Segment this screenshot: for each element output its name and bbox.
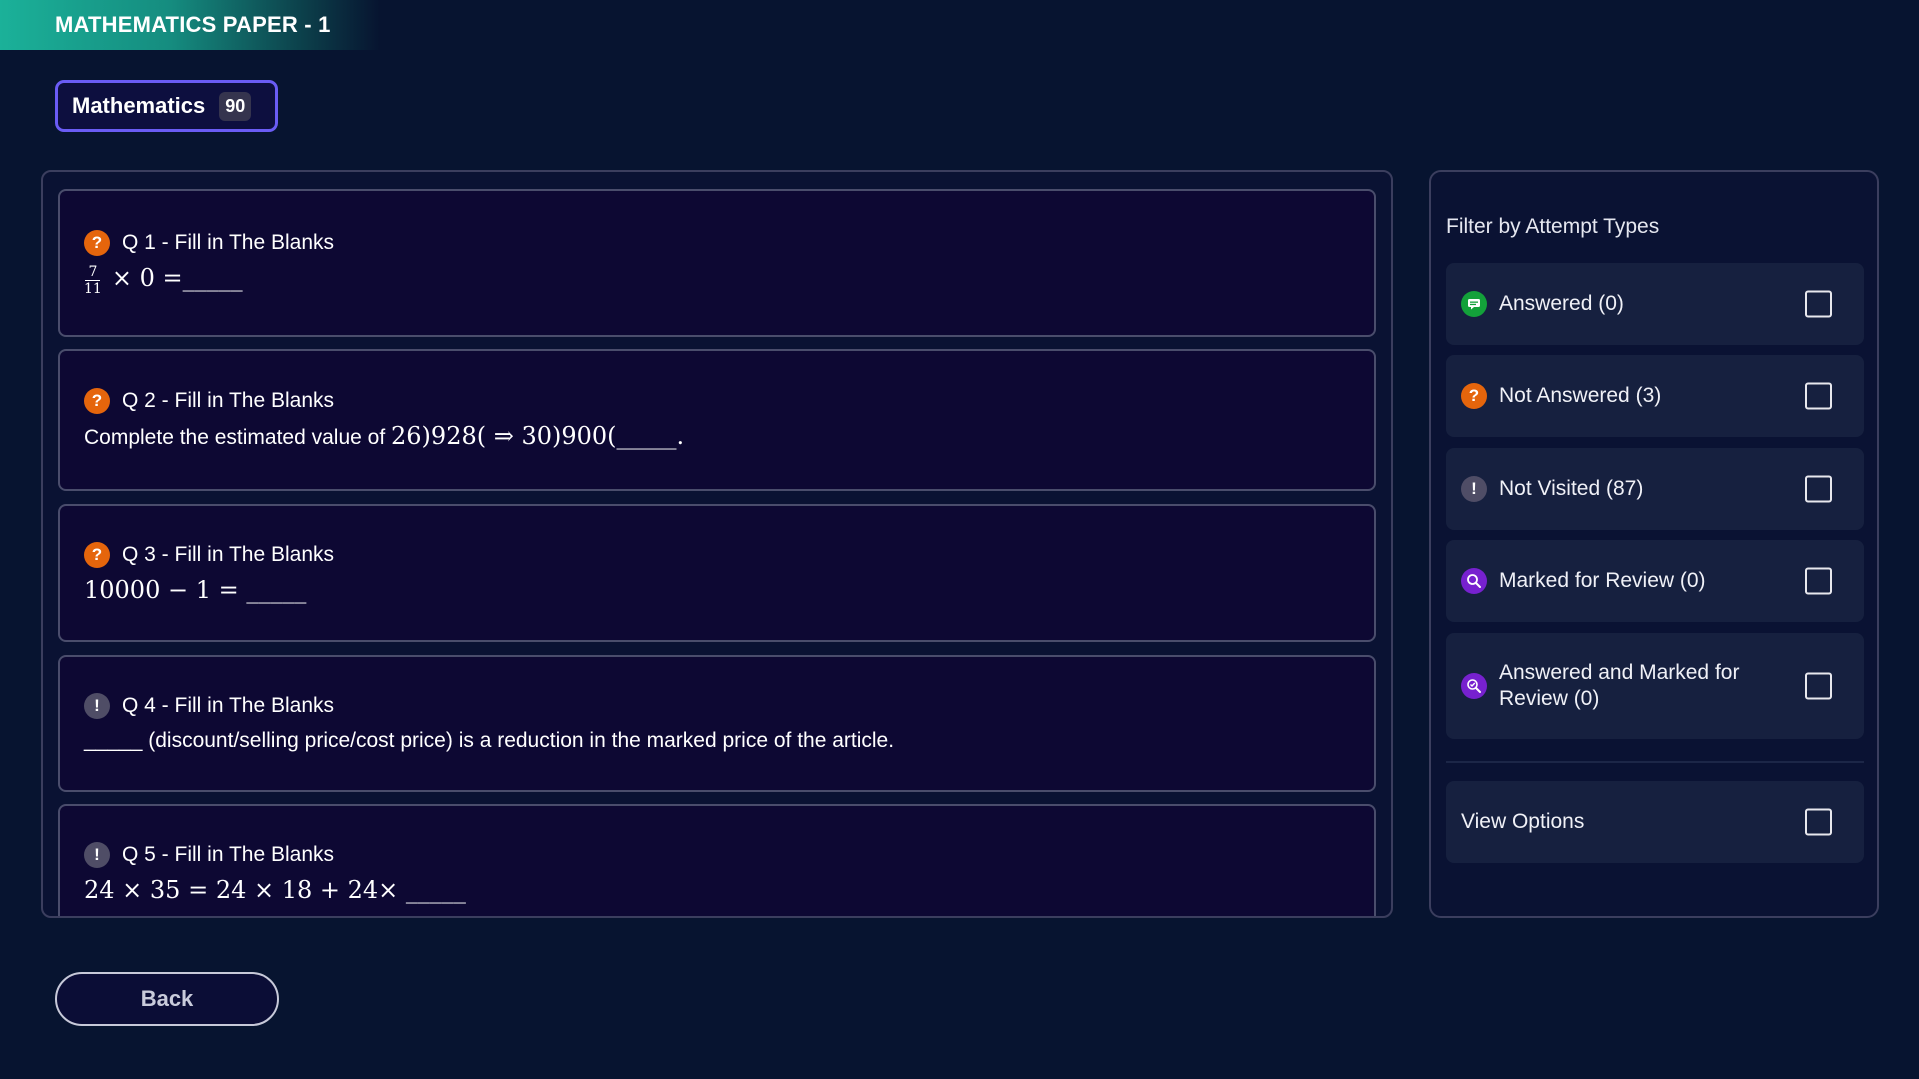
not-answered-status-icon: ? <box>84 230 110 256</box>
question-expression: 24 × 35 = 24 × 18 + 24× _____ <box>84 876 466 904</box>
view-options[interactable]: View Options <box>1446 781 1864 863</box>
filter-divider <box>1446 761 1864 763</box>
question-text: 10000 − 1 = _____ <box>84 576 1374 606</box>
subject-tab-label: Mathematics <box>72 93 206 118</box>
questions-list-panel: ? Q 1 - Fill in The Blanks 7 11 × 0 =_____… <box>41 170 1393 918</box>
magnifier-icon <box>1461 568 1487 594</box>
question-heading: Q 5 - Fill in The Blanks <box>122 843 335 866</box>
answered-icon <box>1461 291 1487 317</box>
filter-label: Not Answered (3) <box>1499 384 1662 407</box>
question-card-1[interactable]: ? Q 1 - Fill in The Blanks 7 11 × 0 =_____ <box>58 189 1376 337</box>
question-card-5[interactable]: ! Q 5 - Fill in The Blanks 24 × 35 = 24 … <box>58 804 1376 916</box>
filter-label: Not Visited (87) <box>1499 477 1644 500</box>
exclamation-icon: ! <box>1461 476 1487 502</box>
question-prompt: Complete the estimated value of <box>84 426 392 449</box>
question-text: 7 11 × 0 =_____ <box>84 264 1374 297</box>
filter-answered-and-marked-checkbox[interactable] <box>1805 672 1832 700</box>
fraction-numerator: 7 <box>85 264 101 281</box>
magnifier-check-icon <box>1461 673 1487 699</box>
question-mark-icon: ? <box>1461 383 1487 409</box>
not-answered-status-icon: ? <box>84 542 110 568</box>
question-heading: Q 4 - Fill in The Blanks <box>122 694 335 717</box>
not-answered-status-icon: ? <box>84 388 110 414</box>
question-expression: 10000 − 1 = _____ <box>84 576 307 604</box>
filter-label: Answered (0) <box>1499 292 1624 315</box>
back-button[interactable]: Back <box>55 972 279 1026</box>
filter-answered-checkbox[interactable] <box>1805 290 1832 318</box>
attempt-filter-panel: Filter by Attempt Types Answered (0) ? N… <box>1429 170 1879 918</box>
subject-question-count-badge: 90 <box>219 91 252 121</box>
question-text: _____ (discount/selling price/cost price… <box>84 729 895 752</box>
question-expression: × 0 =_____ <box>111 264 243 293</box>
filter-answered-and-marked[interactable]: Answered and Marked for Review (0) <box>1446 633 1864 739</box>
paper-title: MATHEMATICS PAPER - 1 <box>55 12 331 37</box>
question-card-3[interactable]: ? Q 3 - Fill in The Blanks 10000 − 1 = _… <box>58 504 1376 642</box>
question-heading: Q 3 - Fill in The Blanks <box>122 543 335 566</box>
filter-marked-for-review[interactable]: Marked for Review (0) <box>1446 540 1864 622</box>
paper-title-banner: MATHEMATICS PAPER - 1 <box>0 0 380 50</box>
question-heading: Q 1 - Fill in The Blanks <box>122 231 335 254</box>
view-options-checkbox[interactable] <box>1805 808 1832 836</box>
filter-not-answered-checkbox[interactable] <box>1805 382 1832 410</box>
fraction: 7 11 <box>84 264 102 297</box>
question-expression: 26)928( ⇒ 30)900(_____. <box>391 422 685 450</box>
back-button-label: Back <box>140 986 194 1011</box>
filter-marked-for-review-checkbox[interactable] <box>1805 567 1832 595</box>
filter-not-visited[interactable]: ! Not Visited (87) <box>1446 448 1864 530</box>
filter-label: Marked for Review (0) <box>1499 569 1706 592</box>
question-heading: Q 2 - Fill in The Blanks <box>122 389 335 412</box>
question-text: 24 × 35 = 24 × 18 + 24× _____ <box>84 876 1374 906</box>
question-card-4[interactable]: ! Q 4 - Fill in The Blanks _____ (discou… <box>58 655 1376 792</box>
filter-not-visited-checkbox[interactable] <box>1805 475 1832 503</box>
filter-panel-title: Filter by Attempt Types <box>1446 215 1660 238</box>
question-card-2[interactable]: ? Q 2 - Fill in The Blanks Complete the … <box>58 349 1376 491</box>
filter-not-answered[interactable]: ? Not Answered (3) <box>1446 355 1864 437</box>
not-visited-status-icon: ! <box>84 842 110 868</box>
filter-label: Answered and Marked for Review (0) <box>1499 661 1740 710</box>
not-visited-status-icon: ! <box>84 693 110 719</box>
filter-answered[interactable]: Answered (0) <box>1446 263 1864 345</box>
view-options-label: View Options <box>1461 810 1585 833</box>
tab-mathematics[interactable]: Mathematics 90 <box>55 80 278 132</box>
question-text: Complete the estimated value of 26)928( … <box>84 422 1374 452</box>
fraction-denominator: 11 <box>84 281 102 297</box>
